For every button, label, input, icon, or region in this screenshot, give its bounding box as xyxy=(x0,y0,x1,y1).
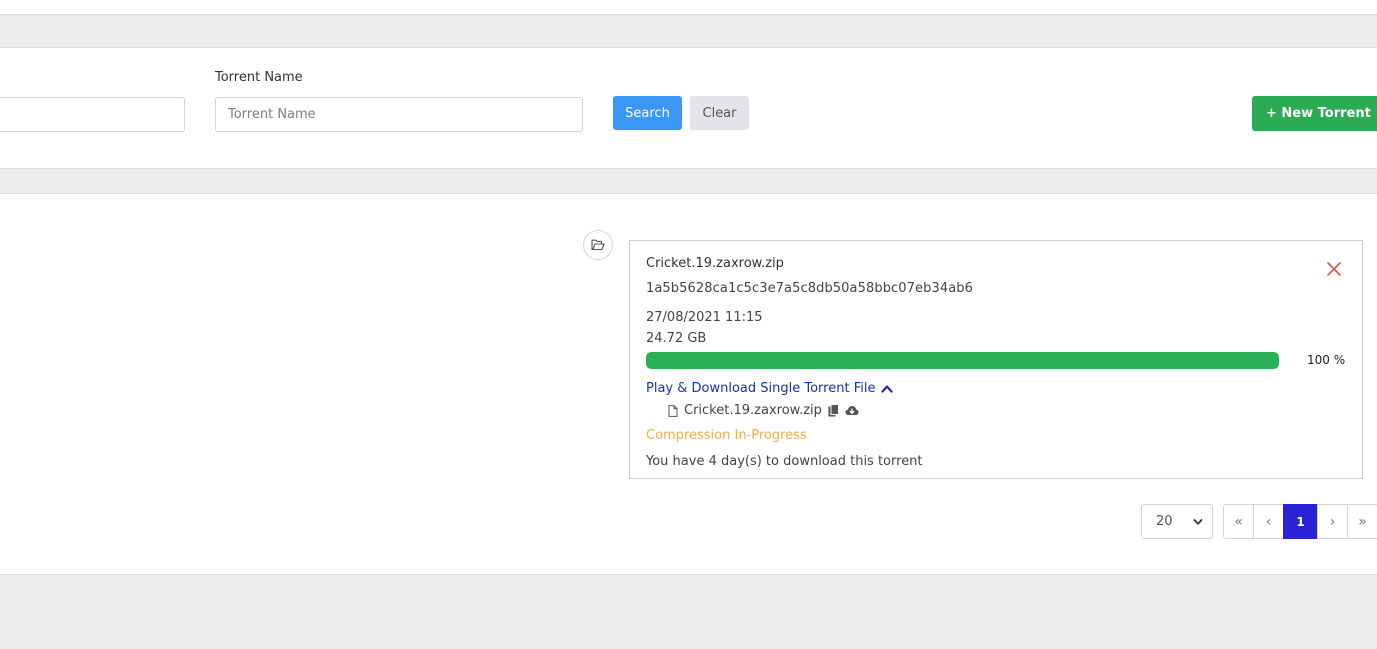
prev-page-button[interactable]: ‹ xyxy=(1253,504,1284,539)
torrent-name: Cricket.19.zaxrow.zip xyxy=(646,256,784,271)
new-torrent-button[interactable]: + New Torrent xyxy=(1252,96,1377,131)
chevron-down-icon xyxy=(1193,519,1203,525)
first-page-button[interactable]: « xyxy=(1223,504,1254,539)
search-button[interactable]: Search xyxy=(613,96,682,130)
filter-panel: Torrent Name Search Clear + New Torrent xyxy=(0,47,1377,169)
top-bar xyxy=(0,0,1377,15)
progress-bar-fill xyxy=(646,352,1279,369)
play-download-link[interactable]: Play & Download Single Torrent File xyxy=(646,381,894,396)
file-item: Cricket.19.zaxrow.zip xyxy=(668,403,859,418)
close-icon[interactable] xyxy=(1324,259,1344,279)
per-page-select[interactable]: 20 xyxy=(1141,504,1213,539)
page-button-current[interactable]: 1 xyxy=(1283,504,1318,539)
torrent-date: 27/08/2021 11:15 xyxy=(646,310,763,325)
torrent-card: Cricket.19.zaxrow.zip 1a5b5628ca1c5c3e7a… xyxy=(629,240,1363,479)
last-page-button[interactable]: » xyxy=(1347,504,1377,539)
pagination: « ‹ 1 › » xyxy=(1223,504,1377,539)
filter-field[interactable] xyxy=(0,97,185,132)
file-icon xyxy=(668,404,678,417)
progress-percent: 100 % xyxy=(1307,353,1346,367)
results-panel: Cricket.19.zaxrow.zip 1a5b5628ca1c5c3e7a… xyxy=(0,193,1377,575)
play-download-label: Play & Download Single Torrent File xyxy=(646,381,876,396)
torrent-size: 24.72 GB xyxy=(646,331,707,346)
expiry-text: You have 4 day(s) to download this torre… xyxy=(646,454,923,469)
file-name: Cricket.19.zaxrow.zip xyxy=(684,403,822,418)
clear-button[interactable]: Clear xyxy=(690,96,749,130)
next-page-button[interactable]: › xyxy=(1317,504,1348,539)
cloud-download-icon[interactable] xyxy=(845,405,859,416)
torrent-name-input[interactable] xyxy=(215,97,583,132)
status-text: Compression In-Progress xyxy=(646,428,807,443)
torrent-hash: 1a5b5628ca1c5c3e7a5c8db50a58bbc07eb34ab6 xyxy=(646,281,974,296)
copy-icon[interactable] xyxy=(828,404,839,417)
progress-bar xyxy=(646,352,1279,369)
per-page-value: 20 xyxy=(1156,514,1173,529)
torrent-name-label: Torrent Name xyxy=(215,70,303,85)
chevron-up-icon xyxy=(881,385,894,393)
folder-open-icon[interactable] xyxy=(583,230,613,260)
